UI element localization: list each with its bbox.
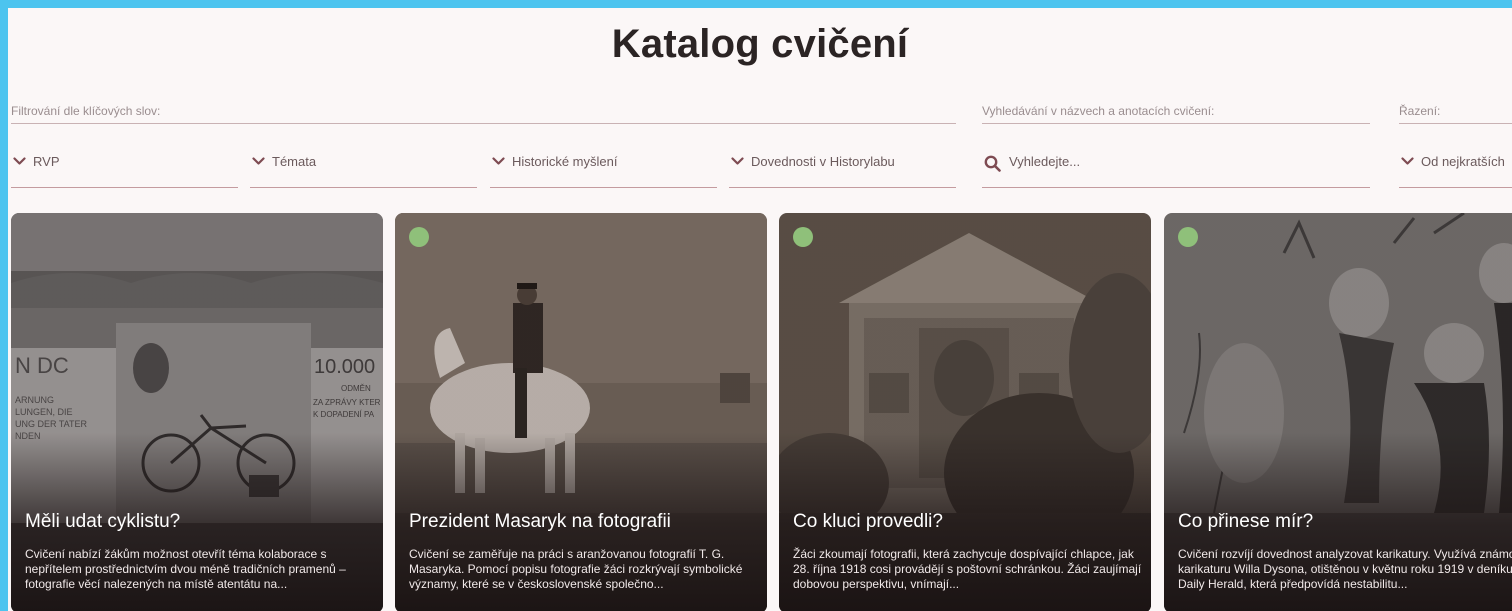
status-dot [1178, 227, 1198, 247]
search-label: Vyhledávání v názvech a anotacích cvičen… [982, 104, 1215, 118]
status-dot [793, 227, 813, 247]
dropdown-themes-label: Témata [272, 154, 317, 169]
chevron-down-icon [250, 154, 272, 166]
card-description: Cvičení rozvíjí dovednost analyzovat kar… [1178, 547, 1512, 591]
search-icon [982, 154, 1001, 172]
exercise-card-cyclist[interactable]: N DC ARNUNG LUNGEN, DIE UNG DER TATER ND… [11, 213, 383, 611]
dropdown-historical-thinking[interactable]: Historické myšlení [490, 154, 717, 188]
card-description: Žáci zkoumají fotografii, která zachycuj… [793, 547, 1142, 591]
dropdown-historical-thinking-label: Historické myšlení [512, 154, 618, 169]
search-input[interactable] [1009, 154, 1249, 169]
exercise-card-masaryk[interactable]: Prezident Masaryk na fotografii Cvičení … [395, 213, 767, 611]
page-title: Katalog cvičení [611, 22, 909, 66]
dropdown-rvp[interactable]: RVP [11, 154, 238, 188]
card-title: Prezident Masaryk na fotografii [409, 511, 671, 532]
sort-dropdown[interactable]: Od nejkratších [1399, 154, 1512, 188]
chevron-down-icon [729, 154, 751, 166]
chevron-down-icon [1399, 154, 1421, 166]
status-dot [409, 227, 429, 247]
card-description: Cvičení nabízí žákům možnost otevřít tém… [25, 547, 346, 591]
dropdown-rvp-label: RVP [33, 154, 60, 169]
keywords-filter-label: Filtrování dle klíčových slov: [11, 104, 161, 118]
keywords-filter-divider [11, 123, 956, 124]
exercise-catalog-page: Katalog cvičení Filtrování dle klíčových… [8, 8, 1512, 611]
dropdown-historylab-skills[interactable]: Dovednosti v Historylabu [729, 154, 956, 188]
chevron-down-icon [11, 154, 33, 166]
chevron-down-icon [490, 154, 512, 166]
exercise-card-boys[interactable]: Co kluci provedli? Žáci zkoumají fotogra… [779, 213, 1151, 611]
card-title: Co kluci provedli? [793, 511, 943, 532]
sort-label: Řazení: [1399, 104, 1441, 118]
sort-label-divider [1399, 123, 1512, 124]
card-title: Co přinese mír? [1178, 511, 1314, 532]
search-label-divider [982, 123, 1370, 124]
exercise-card-peace[interactable]: Co přinese mír? Cvičení rozvíjí dovednos… [1164, 213, 1512, 611]
dropdown-themes[interactable]: Témata [250, 154, 477, 188]
search-field[interactable] [982, 154, 1370, 188]
sort-dropdown-value: Od nejkratších [1421, 154, 1505, 169]
dropdown-historylab-skills-label: Dovednosti v Historylabu [751, 154, 895, 169]
card-title: Měli udat cyklistu? [25, 511, 181, 532]
card-description: Cvičení se zaměřuje na práci s aranžovan… [409, 547, 743, 591]
